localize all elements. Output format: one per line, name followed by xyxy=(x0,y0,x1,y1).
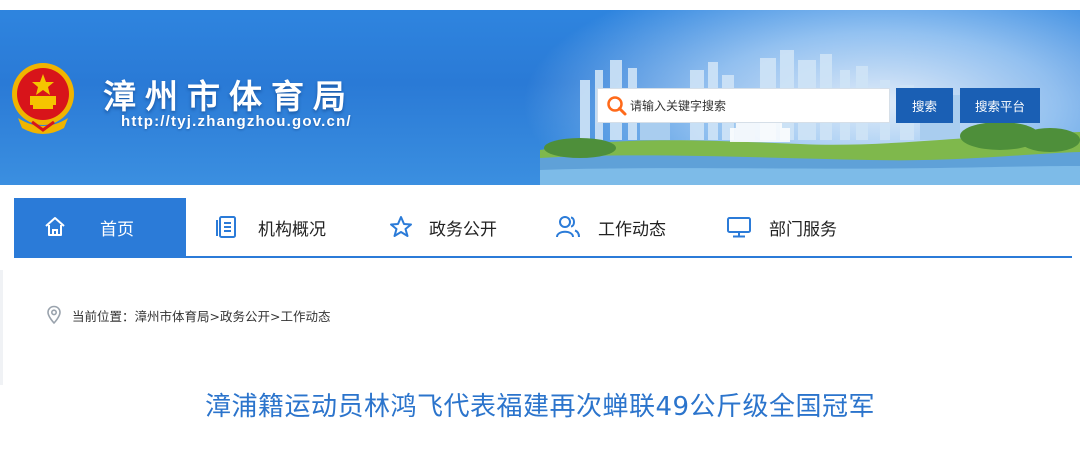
breadcrumb-text[interactable]: 当前位置：漳州市体育局>政务公开>工作动态 xyxy=(72,306,330,325)
site-url[interactable]: http://tyj.zhangzhou.gov.cn/ xyxy=(121,113,352,130)
nav-item-label: 机构概况 xyxy=(258,219,326,240)
search-icon xyxy=(607,95,627,115)
header-banner: 漳州市体育局 http://tyj.zhangzhou.gov.cn/ 搜索 搜… xyxy=(0,0,1080,185)
users-icon xyxy=(556,216,580,238)
nav-item-services[interactable]: 部门服务 xyxy=(726,198,837,256)
search-platform-button[interactable]: 搜索平台 xyxy=(960,88,1040,123)
home-icon xyxy=(45,217,65,236)
main-nav: 首页 机构概况 政务公开 工作动态 部门服务 xyxy=(14,198,1072,258)
document-list-icon xyxy=(216,216,236,238)
nav-item-about[interactable]: 机构概况 xyxy=(214,198,326,256)
site-title: 漳州市体育局 xyxy=(103,77,355,116)
left-divider xyxy=(0,270,3,385)
monitor-icon xyxy=(727,217,751,238)
search-box xyxy=(597,88,890,123)
article-title: 漳浦籍运动员林鸿飞代表福建再次蝉联49公斤级全国冠军 xyxy=(204,392,876,422)
nav-item-label: 部门服务 xyxy=(769,219,837,240)
search-button[interactable]: 搜索 xyxy=(896,88,953,123)
search-input[interactable] xyxy=(630,90,889,121)
nav-item-work-news[interactable]: 工作动态 xyxy=(555,198,666,256)
nav-item-label: 工作动态 xyxy=(598,219,666,240)
breadcrumb: 当前位置：漳州市体育局>政务公开>工作动态 xyxy=(46,304,330,326)
nav-item-home[interactable]: 首页 xyxy=(14,198,186,256)
banner-top-stripe xyxy=(0,0,1080,10)
national-emblem-logo xyxy=(12,63,74,134)
nav-item-label: 首页 xyxy=(100,219,134,240)
nav-item-label: 政务公开 xyxy=(429,219,497,240)
nav-item-government-affairs[interactable]: 政务公开 xyxy=(388,198,497,256)
location-pin-icon xyxy=(47,305,61,325)
star-icon xyxy=(390,216,412,237)
